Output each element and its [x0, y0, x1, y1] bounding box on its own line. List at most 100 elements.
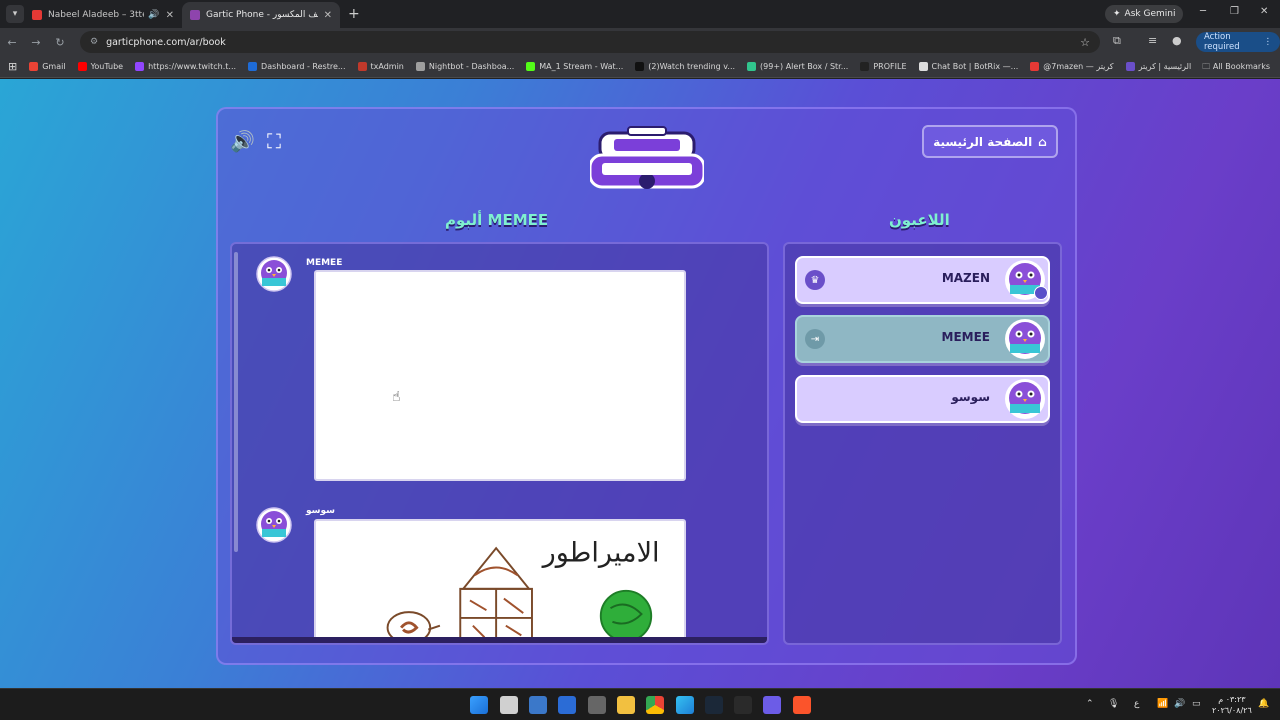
album-title: ألبوم MEMEE [445, 211, 549, 229]
bookmark-item[interactable]: @7mazen — كريتر [1030, 62, 1114, 71]
bookmark-item[interactable]: Nightbot - Dashboa... [415, 62, 514, 71]
bookmark-item[interactable]: MA_1 Stream - Wat... [526, 62, 623, 71]
folder-icon: 🗀 [1202, 62, 1211, 71]
album-scrollbar[interactable] [234, 252, 238, 552]
bookmark-label: YouTube [90, 62, 124, 71]
back-icon[interactable]: ← [0, 36, 24, 49]
action-required-button[interactable]: Action required ⋮ [1196, 32, 1280, 52]
bookmark-item[interactable]: (2)Watch trending v... [635, 62, 735, 71]
home-button[interactable]: الصفحة الرئيسية ⌂ [922, 125, 1058, 158]
minimize-icon[interactable]: ─ [1200, 6, 1206, 17]
apps-icon[interactable]: ⊞ [8, 60, 17, 73]
twitch-icon [135, 62, 145, 71]
chevron-up-icon[interactable]: ⌃ [1086, 699, 1094, 709]
all-bookmarks-label: All Bookmarks [1212, 62, 1270, 71]
player-name: سوسو [951, 390, 990, 404]
players-panel: ♛ MAZEN ⇥ MEMEE سوسو [783, 242, 1062, 645]
bookmark-star-icon[interactable]: ☆ [1080, 36, 1090, 49]
brave-icon[interactable] [793, 696, 811, 714]
kryter-icon [1030, 62, 1040, 71]
album-panel[interactable]: MEMEE سوسو الاميراطور [230, 242, 769, 645]
drawing-canvas: الاميراطور [314, 519, 686, 643]
volume-icon[interactable]: 🔊 [1174, 699, 1185, 709]
chrome-icon[interactable] [646, 696, 664, 714]
app-icon[interactable] [588, 696, 606, 714]
fullscreen-icon[interactable]: ⛶ [267, 129, 281, 153]
store-icon[interactable] [529, 696, 547, 714]
forward-icon[interactable]: → [24, 36, 48, 49]
close-tab-icon[interactable]: ✕ [324, 10, 332, 21]
bookmark-item[interactable]: PROFILE [860, 62, 907, 71]
battery-icon[interactable]: ▭ [1192, 699, 1201, 709]
restore-icon[interactable]: ❐ [1230, 6, 1239, 17]
edge-icon[interactable] [676, 696, 694, 714]
gmail-icon [29, 62, 39, 71]
bookmark-item[interactable]: Dashboard - Restre... [248, 62, 346, 71]
gartic-favicon-icon [190, 10, 200, 20]
tiktok-icon [635, 62, 645, 71]
album-bottom-bar [232, 637, 767, 643]
reload-icon[interactable]: ↻ [48, 36, 72, 49]
epic-games-icon[interactable] [734, 696, 752, 714]
ask-gemini-label: Ask Gemini [1124, 9, 1176, 19]
txadmin-icon [357, 62, 367, 71]
speaker-icon[interactable]: 🔊 [148, 10, 159, 20]
steam-icon[interactable] [705, 696, 723, 714]
menu-dots-icon: ⋮ [1263, 37, 1273, 47]
bookmark-item[interactable]: https://www.twitch.t... [135, 62, 236, 71]
input-language[interactable]: ع [1134, 699, 1139, 709]
task-view-icon[interactable] [500, 696, 518, 714]
drawing-handwriting: الاميراطور [541, 538, 660, 569]
notification-bell-icon[interactable]: 🔔 [1258, 699, 1269, 709]
player-avatar-icon [1005, 379, 1045, 419]
player-card[interactable]: ♛ MAZEN [795, 256, 1050, 304]
tab-title: Gartic Phone - الهاتف المكسور [206, 10, 318, 20]
start-icon[interactable] [470, 696, 488, 714]
reading-list-icon[interactable]: ≡ [1148, 34, 1157, 47]
youtube-icon [77, 62, 87, 71]
bookmark-label: @7mazen — كريتر [1043, 62, 1114, 71]
ask-gemini-button[interactable]: ✦ Ask Gemini [1105, 5, 1184, 23]
player-card[interactable]: سوسو [795, 375, 1050, 423]
bookmark-item[interactable]: txAdmin [357, 62, 404, 71]
profile-avatar-icon[interactable]: ● [1172, 34, 1182, 47]
bookmark-item[interactable]: الرئيسية | كريتر [1125, 62, 1191, 71]
system-clock[interactable]: ٠٣:٢٣ م ٢٠٢٦/٠٨/٢٦ [1212, 694, 1252, 716]
bookmark-item[interactable]: YouTube [77, 62, 124, 71]
tab-gartic-phone[interactable]: Gartic Phone - الهاتف المكسور ✕ [182, 2, 340, 28]
wifi-icon[interactable]: 📶 [1157, 699, 1168, 709]
bookmark-item[interactable]: (99+) Alert Box / Str... [747, 62, 848, 71]
extensions-icon[interactable]: ⧉ [1113, 34, 1121, 48]
address-bar[interactable]: ⚙ garticphone.com/ar/book ☆ [80, 31, 1100, 53]
clock-time: ٠٣:٢٣ م [1218, 695, 1246, 704]
bookmark-item[interactable]: Gmail [29, 62, 66, 71]
gaming-icon[interactable] [763, 696, 781, 714]
file-explorer-icon[interactable] [617, 696, 635, 714]
bookmark-item[interactable]: Chat Bot | BotRix —... [918, 62, 1018, 71]
player-card[interactable]: ⇥ MEMEE [795, 315, 1050, 363]
bookmark-label: txAdmin [370, 62, 404, 71]
bookmark-label: (2)Watch trending v... [648, 62, 736, 71]
drawing-canvas [314, 270, 686, 481]
nightbot-icon [415, 62, 425, 71]
visual-studio-icon[interactable] [558, 696, 576, 714]
bookmark-label: Gmail [42, 62, 66, 71]
browser-toolbar: ← → ↻ ⚙ garticphone.com/ar/book ☆ ⧉ ≡ ● … [0, 28, 1280, 56]
hand-cursor-icon: ☝ [392, 389, 401, 405]
player-name: MEMEE [941, 330, 990, 344]
bookmark-label: https://www.twitch.t... [148, 62, 237, 71]
bookmark-label: Dashboard - Restre... [261, 62, 346, 71]
tab-search-button[interactable]: ▾ [6, 5, 24, 23]
new-tab-button[interactable]: + [348, 6, 360, 22]
all-bookmarks-button[interactable]: 🗀 All Bookmarks [1202, 61, 1270, 75]
sound-icon[interactable]: 🔊 [230, 129, 255, 153]
close-window-icon[interactable]: ✕ [1260, 6, 1268, 17]
home-icon: ⌂ [1038, 134, 1047, 149]
game-page: 🔊 ⛶ الصفحة الرئيسية ⌂ ألبوم MEMEE اللاعب… [0, 79, 1280, 688]
microphone-icon[interactable]: 🎙 [1108, 699, 1119, 709]
streamlabs-icon [747, 62, 757, 71]
site-info-icon[interactable]: ⚙ [90, 37, 98, 47]
tab-youtube[interactable]: Nabeel Aladeeb – 3tter Hei 🔊 ✕ [24, 2, 182, 28]
exit-icon[interactable]: ⇥ [805, 329, 825, 349]
close-tab-icon[interactable]: ✕ [166, 10, 174, 21]
